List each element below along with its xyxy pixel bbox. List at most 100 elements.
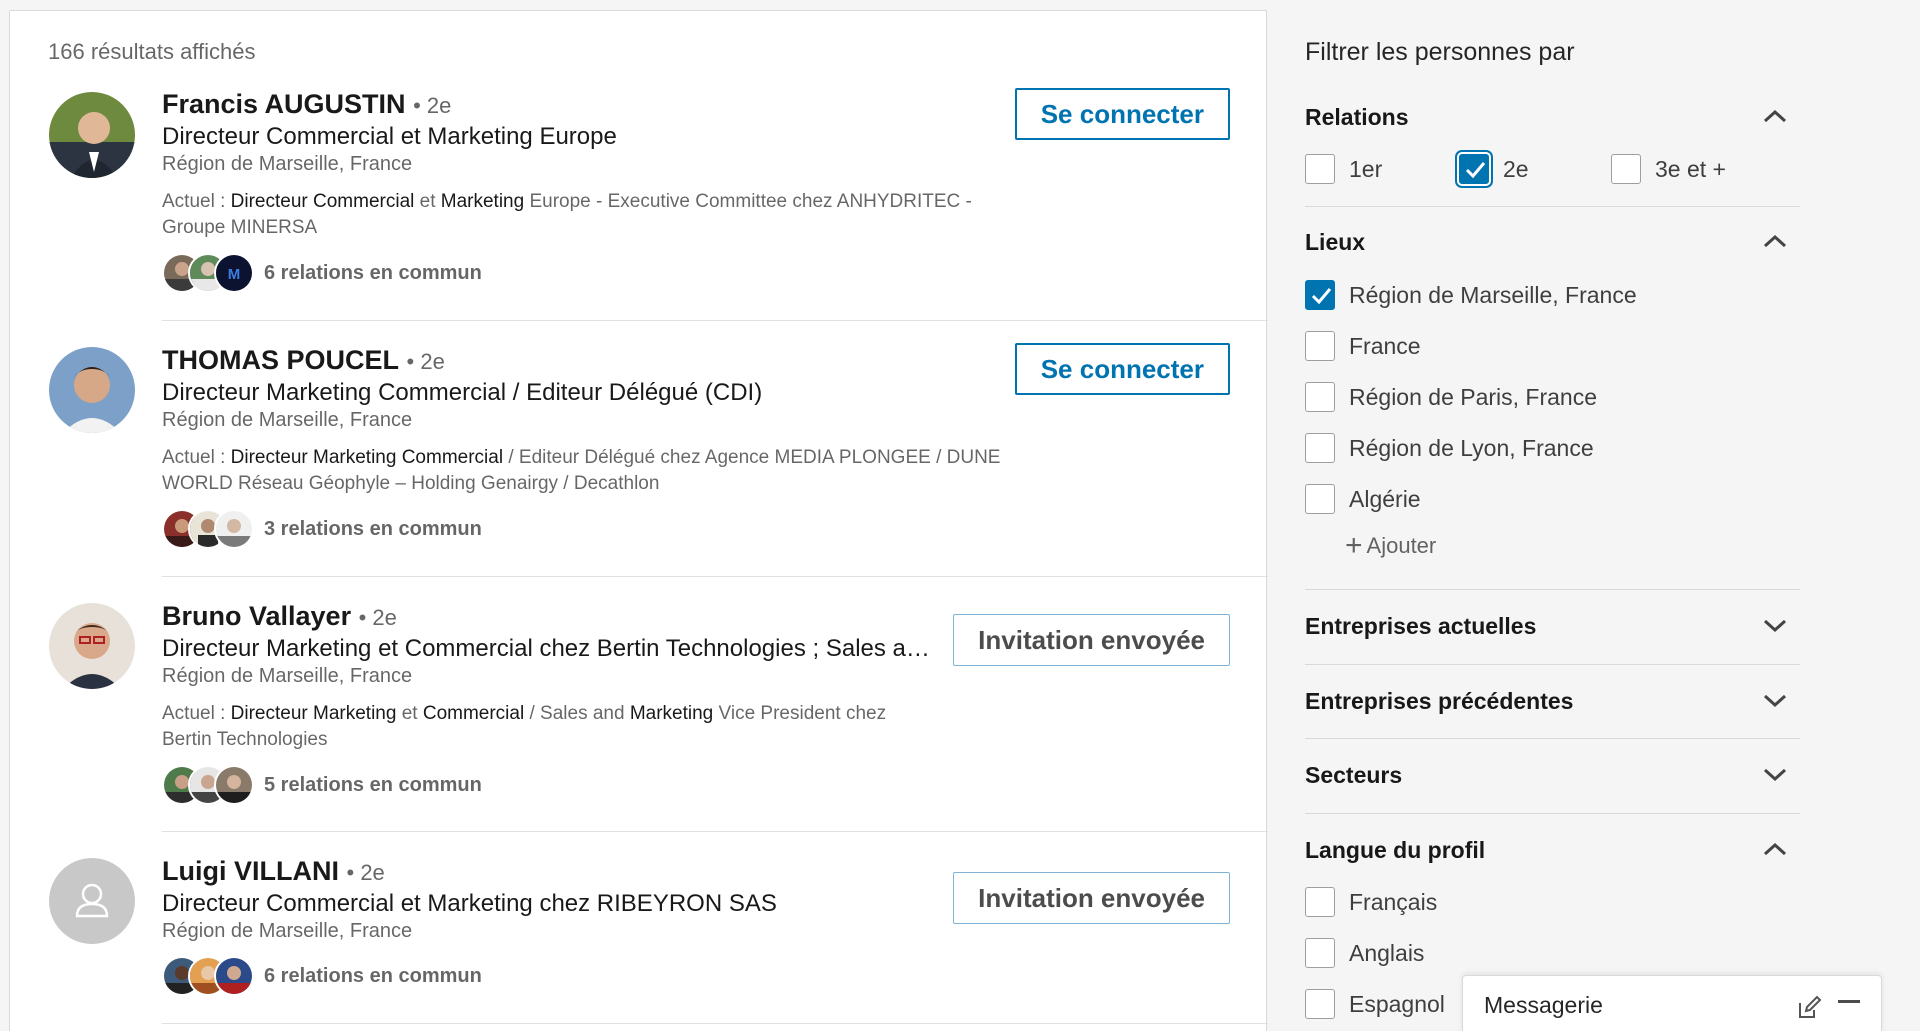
shared-connections-label: 3 relations en commun [264, 517, 482, 540]
profile-snippet: Actuel : Directeur Marketing Commercial … [162, 447, 1001, 494]
filter-option[interactable]: Région de Marseille, France [1305, 278, 1637, 312]
shared-avatar: M [214, 253, 254, 293]
invitation-sent-button[interactable]: Invitation envoyée [953, 872, 1230, 924]
filter-option-label: Région de Lyon, France [1349, 434, 1594, 461]
shared-connections[interactable]: 5 relations en commun [162, 765, 482, 805]
profile-avatar[interactable] [49, 92, 135, 178]
plus-icon: + [1345, 529, 1363, 562]
chevron-up-icon [1763, 842, 1787, 856]
checkbox[interactable] [1305, 484, 1335, 514]
profile-avatar[interactable] [49, 603, 135, 689]
shared-connections-label: 6 relations en commun [264, 964, 482, 987]
filter-option-label: Région de Marseille, France [1349, 281, 1637, 308]
filter-section-title: Lieux [1305, 229, 1366, 255]
filter-section-title: Relations [1305, 104, 1409, 130]
shared-connections[interactable]: M 6 relations en commun [162, 253, 482, 293]
checkbox[interactable] [1305, 989, 1335, 1019]
checkbox[interactable] [1305, 938, 1335, 968]
filter-option[interactable]: Français [1305, 885, 1437, 919]
checkbox[interactable] [1459, 154, 1489, 184]
result-item: Bruno Vallayer • 2e Directeur Marketing … [10, 577, 1268, 832]
filter-section-title: Secteurs [1305, 762, 1403, 788]
profile-headline: Directeur Marketing et Commercial chez B… [162, 635, 932, 662]
filters-title: Filtrer les personnes par [1305, 38, 1575, 66]
filter-option-label: Algérie [1349, 485, 1421, 512]
filter-option-label: Espagnol [1349, 990, 1445, 1017]
filter-option[interactable]: Algérie [1305, 482, 1421, 516]
profile-location: Région de Marseille, France [162, 153, 413, 175]
profile-name[interactable]: Luigi VILLANI [162, 856, 339, 886]
check-icon [1465, 162, 1486, 179]
filter-option[interactable]: 2e [1459, 152, 1529, 186]
shared-avatar [214, 956, 254, 996]
result-item: Luigi VILLANI • 2e Directeur Commercial … [10, 832, 1268, 1024]
checkbox[interactable] [1305, 433, 1335, 463]
shared-faces [162, 765, 254, 805]
profile-headline: Directeur Commercial et Marketing chez R… [162, 890, 777, 917]
filter-section-title: Langue du profil [1305, 837, 1486, 863]
default-avatar-icon[interactable] [49, 858, 135, 944]
filter-section-locations: Lieux Région de Marseille, France France… [1305, 223, 1800, 583]
profile-name[interactable]: THOMAS POUCEL [162, 345, 399, 375]
checkbox[interactable] [1305, 154, 1335, 184]
profile-name[interactable]: Bruno Vallayer [162, 601, 351, 631]
filter-option[interactable]: Espagnol [1305, 987, 1445, 1021]
profile-headline: Directeur Marketing Commercial / Editeur… [162, 379, 763, 406]
profile-avatar[interactable] [49, 347, 135, 433]
shared-connections[interactable]: 3 relations en commun [162, 509, 482, 549]
filter-section-header[interactable]: Entreprises actuelles [1305, 607, 1800, 647]
filter-section-industries: Secteurs [1305, 756, 1800, 806]
shared-connections[interactable]: 6 relations en commun [162, 956, 482, 996]
checkbox[interactable] [1611, 154, 1641, 184]
connect-button[interactable]: Se connecter [1014, 88, 1230, 140]
profile-headline: Directeur Commercial et Marketing Europe [162, 123, 617, 150]
minimize-icon[interactable] [1838, 1000, 1860, 1003]
filter-option[interactable]: 1er [1305, 152, 1382, 186]
filter-option-label: 1er [1349, 155, 1383, 182]
filter-section-header[interactable]: Langue du profil [1305, 831, 1800, 871]
filter-section-past-companies: Entreprises précédentes [1305, 682, 1800, 732]
checkbox[interactable] [1305, 887, 1335, 917]
profile-snippet: Actuel : Directeur Commercial et Marketi… [162, 191, 972, 238]
chevron-up-icon [1763, 234, 1787, 248]
profile-location: Région de Marseille, France [162, 920, 413, 942]
connection-degree: • 2e [358, 605, 397, 630]
checkbox[interactable] [1305, 280, 1335, 310]
messaging-label: Messagerie [1484, 992, 1603, 1018]
filter-section-header[interactable]: Lieux [1305, 223, 1800, 263]
add-location-button[interactable]: + Ajouter [1345, 531, 1436, 561]
add-label: Ajouter [1366, 533, 1437, 558]
messaging-bar[interactable]: Messagerie [1462, 975, 1882, 1031]
connect-button[interactable]: Se connecter [1014, 343, 1230, 395]
filter-section-header[interactable]: Relations [1305, 98, 1800, 138]
checkbox[interactable] [1305, 382, 1335, 412]
filter-section-relations: Relations 1er 2e 3e et + [1305, 98, 1800, 208]
filter-option[interactable]: Anglais [1305, 936, 1424, 970]
filter-option[interactable]: Région de Paris, France [1305, 380, 1597, 414]
filter-section-header[interactable]: Entreprises précédentes [1305, 682, 1800, 722]
filter-section-title: Entreprises actuelles [1305, 613, 1537, 639]
name-line: Francis AUGUSTIN • 2e [162, 89, 451, 120]
filter-option[interactable]: France [1305, 329, 1421, 363]
checkbox[interactable] [1305, 331, 1335, 361]
filter-option-label: 3e et + [1655, 155, 1726, 182]
svg-text:M: M [228, 266, 241, 283]
filter-option[interactable]: Région de Lyon, France [1305, 431, 1594, 465]
compose-icon[interactable] [1796, 995, 1822, 1021]
profile-name[interactable]: Francis AUGUSTIN [162, 89, 406, 119]
shared-avatar [214, 765, 254, 805]
profile-location: Région de Marseille, France [162, 665, 413, 687]
section-divider [1305, 664, 1800, 665]
chevron-up-icon [1763, 109, 1787, 123]
filter-option-label: 2e [1503, 155, 1529, 182]
filter-section-header[interactable]: Secteurs [1305, 756, 1800, 796]
connection-degree: • 2e [406, 349, 445, 374]
invitation-sent-button[interactable]: Invitation envoyée [953, 614, 1230, 666]
filter-option[interactable]: 3e et + [1611, 152, 1726, 186]
filter-option-label: Français [1349, 888, 1438, 915]
result-item: Francis AUGUSTIN • 2e Directeur Commerci… [10, 81, 1268, 321]
profile-snippet: Actuel : Directeur Marketing et Commerci… [162, 703, 887, 750]
filter-option-label: Anglais [1349, 939, 1425, 966]
filter-option-label: Région de Paris, France [1349, 383, 1598, 410]
shared-faces [162, 956, 254, 996]
